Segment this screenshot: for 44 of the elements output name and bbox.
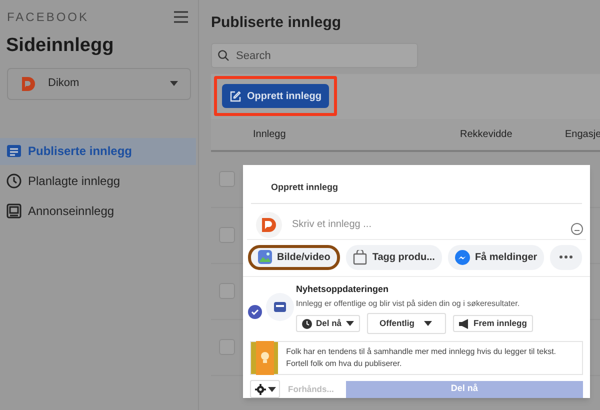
caret-icon [170, 81, 178, 86]
list-icon [6, 143, 22, 159]
boost-button[interactable]: Frem innlegg [452, 315, 533, 332]
post-option-button[interactable]: Tagg produ... [346, 244, 442, 270]
gear-icon [254, 384, 266, 394]
schedule-dropdown[interactable]: Del nå [296, 315, 360, 332]
messenger-icon [454, 250, 470, 264]
shopping-bag-icon [353, 250, 368, 264]
search-field[interactable]: Search [211, 43, 418, 68]
sidebar-item[interactable]: Planlagte innlegg [0, 168, 196, 194]
dialog-title: Opprett innlegg [271, 182, 338, 192]
post-option-button[interactable]: Bilde/video [248, 244, 340, 270]
sidebar-title: Sideinnlegg [5, 34, 115, 58]
lightbulb-icon [256, 341, 274, 375]
page-logo-icon [20, 76, 36, 92]
caret-icon [424, 321, 432, 326]
post-text-field[interactable]: Skriv et innlegg ... [292, 217, 512, 232]
post-option-button[interactable]: Få meldinger [448, 244, 544, 270]
more-button[interactable] [550, 244, 582, 270]
photo-icon [258, 250, 272, 264]
edit-icon [230, 90, 241, 102]
screen-icon [6, 203, 22, 219]
more-icon [559, 255, 574, 259]
caret-icon [268, 386, 276, 392]
column-header: Rekkevidde [460, 128, 514, 142]
brand-name: FACEBOOK [7, 9, 90, 26]
clock-icon [6, 173, 22, 189]
sidebar-item[interactable]: Annonseinnlegg [0, 198, 196, 224]
create-post-button[interactable]: Opprett innlegg [222, 84, 330, 108]
megaphone-icon [458, 318, 470, 328]
page-title: Publiserte innlegg [211, 13, 342, 33]
page-selector[interactable]: Dikom [7, 68, 191, 100]
audience-dropdown[interactable]: Offentlig [366, 313, 446, 334]
clock-icon [302, 318, 312, 328]
placement-description: Innlegg er offentlige og blir vist på siden din og i søkeresultater. [296, 298, 521, 310]
check-icon [251, 308, 259, 314]
placement-title: Nyhetsoppdateringen [296, 282, 390, 296]
column-header: Innlegg [253, 128, 287, 142]
settings-button[interactable] [250, 380, 280, 398]
tip-text: Folk har en tendens til å samhandle mer med innlegg hvis du legger til tekst. Fortell folk om hva du publiserer. [286, 346, 558, 370]
search-icon [218, 50, 229, 60]
caret-icon [346, 321, 354, 326]
news-feed-icon [266, 292, 294, 320]
menu-icon[interactable] [174, 11, 188, 23]
